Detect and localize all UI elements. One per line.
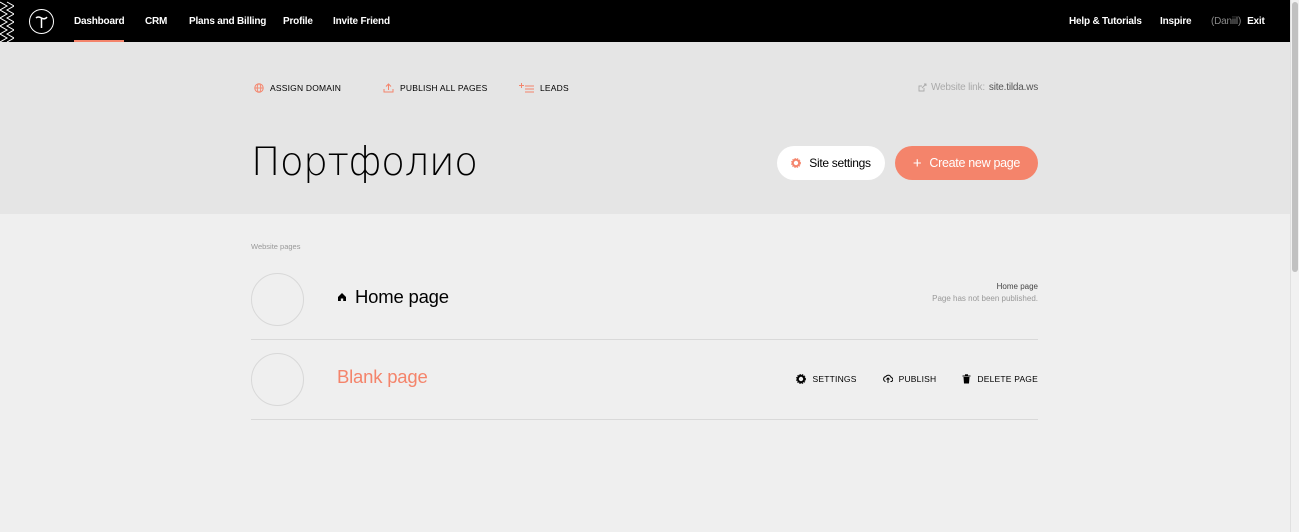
nav-user-exit[interactable]: (Daniil) Exit xyxy=(1211,0,1265,42)
external-link-icon xyxy=(918,83,927,91)
leads-button[interactable]: LEADS xyxy=(519,82,569,94)
leads-label: LEADS xyxy=(540,83,569,93)
website-link: Website link: site.tilda.ws xyxy=(918,81,1038,93)
nav-dashboard[interactable]: Dashboard xyxy=(74,0,125,42)
site-settings-label: Site settings xyxy=(809,156,871,170)
gear-icon xyxy=(796,374,807,384)
blank-page-link[interactable]: Blank page xyxy=(337,366,428,388)
publish-all-pages-button[interactable]: PUBLISH ALL PAGES xyxy=(383,82,488,94)
assign-domain-button[interactable]: ASSIGN DOMAIN xyxy=(254,82,341,94)
plus-icon: + xyxy=(912,154,922,172)
website-pages-label: Website pages xyxy=(251,242,301,251)
project-title: Портфолио xyxy=(251,140,478,185)
nav-inspire[interactable]: Inspire xyxy=(1160,0,1192,42)
publish-icon xyxy=(882,374,893,383)
page-thumbnail[interactable] xyxy=(251,273,304,326)
home-page-meta: Home page Page has not been published. xyxy=(932,281,1038,305)
nav-invite-friend[interactable]: Invite Friend xyxy=(333,0,390,42)
nav-plans-and-billing[interactable]: Plans and Billing xyxy=(189,0,266,42)
leads-list-icon xyxy=(519,83,534,93)
scrollbar-thumb[interactable] xyxy=(1292,2,1298,272)
create-new-page-label: Create new page xyxy=(929,156,1021,170)
home-page-name: Home page xyxy=(355,286,449,307)
create-new-page-button[interactable]: + Create new page xyxy=(895,146,1038,180)
home-page-type: Home page xyxy=(996,282,1038,291)
nav-help-tutorials[interactable]: Help & Tutorials xyxy=(1069,0,1142,42)
home-icon xyxy=(337,292,347,302)
website-link-label: Website link: xyxy=(931,81,985,93)
user-name: (Daniil) xyxy=(1211,15,1242,27)
trash-icon xyxy=(962,374,971,384)
site-settings-button[interactable]: Site settings xyxy=(777,146,885,180)
delete-page-button[interactable]: DELETE PAGE xyxy=(962,374,1038,384)
zigzag-decoration-icon xyxy=(0,1,14,42)
top-navigation-bar: Dashboard CRM Plans and Billing Profile … xyxy=(0,0,1290,42)
upload-icon xyxy=(383,83,394,93)
blank-page-name: Blank page xyxy=(337,366,428,387)
page-settings-button[interactable]: SETTINGS xyxy=(796,374,856,384)
nav-profile[interactable]: Profile xyxy=(283,0,313,42)
page-publish-label: PUBLISH xyxy=(898,374,937,384)
gear-icon xyxy=(791,158,802,168)
publish-status: Page has not been published. xyxy=(932,294,1038,303)
exit-link[interactable]: Exit xyxy=(1247,16,1265,27)
website-link-url[interactable]: site.tilda.ws xyxy=(989,82,1038,93)
nav-crm[interactable]: CRM xyxy=(145,0,167,42)
page-actions: SETTINGS PUBLISH DELETE PAGE xyxy=(770,374,1038,384)
globe-icon xyxy=(254,83,264,93)
delete-page-label: DELETE PAGE xyxy=(977,374,1038,384)
page-thumbnail[interactable] xyxy=(251,353,304,406)
publish-all-label: PUBLISH ALL PAGES xyxy=(400,83,488,93)
home-page-link[interactable]: Home page xyxy=(337,286,449,308)
project-header xyxy=(0,42,1290,214)
page-row-home: Home page Home page Page has not been pu… xyxy=(251,260,1038,340)
tilda-logo-icon[interactable] xyxy=(29,9,54,34)
page-row-blank: Blank page SETTINGS PUBLISH DELETE PAGE xyxy=(251,340,1038,420)
assign-domain-label: ASSIGN DOMAIN xyxy=(270,83,342,93)
page-settings-label: SETTINGS xyxy=(812,374,857,384)
page-publish-button[interactable]: PUBLISH xyxy=(882,374,937,384)
